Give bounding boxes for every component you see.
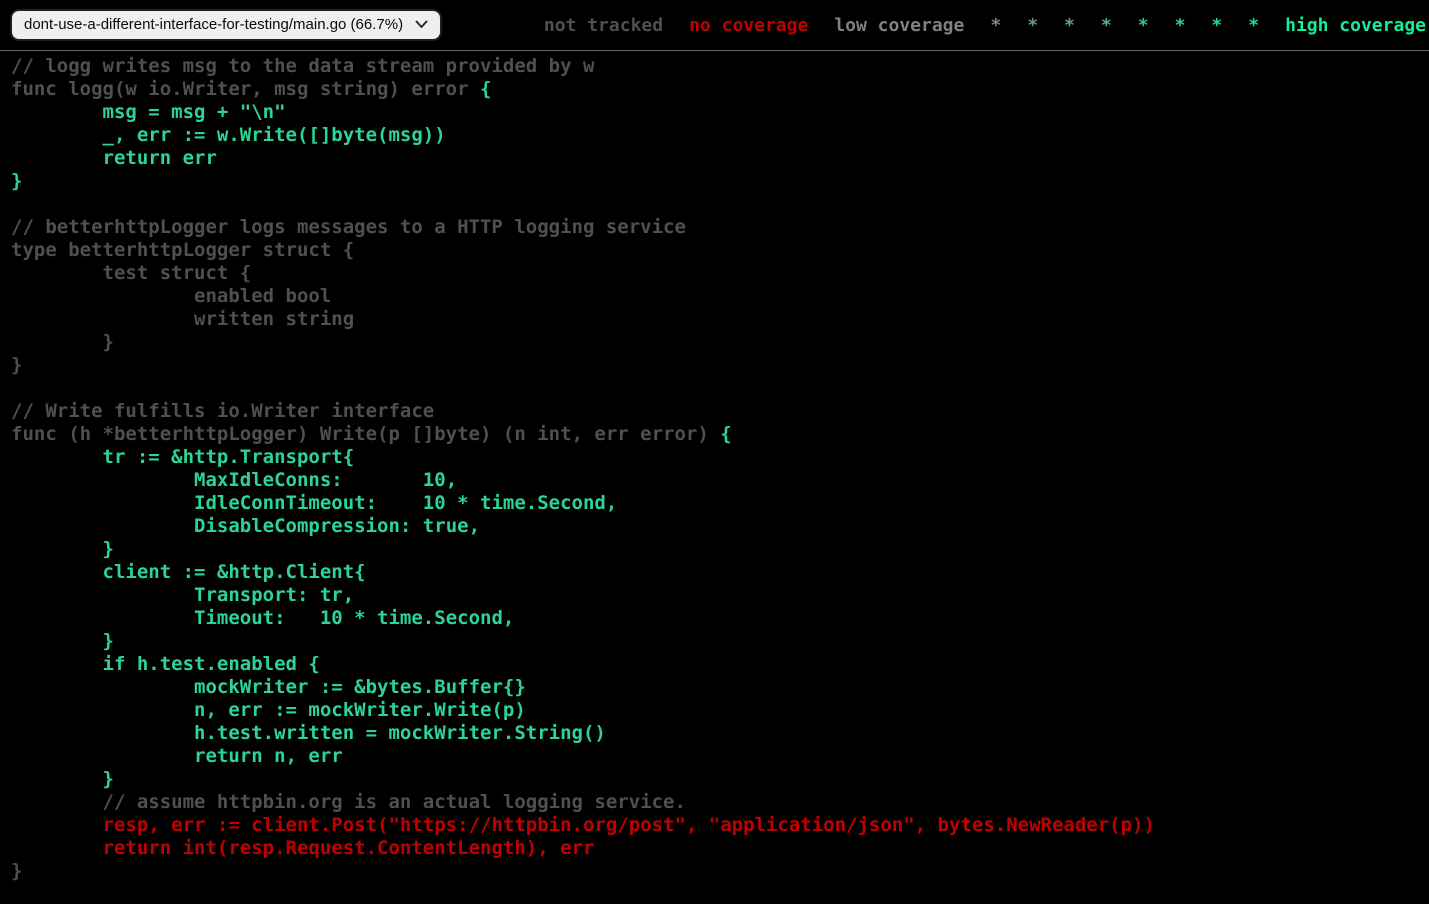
source-code: // logg writes msg to the data stream pr… [0, 51, 1429, 883]
legend-item-cov7: * [1175, 15, 1186, 36]
file-nav: dont-use-a-different-interface-for-testi… [0, 9, 442, 41]
topbar: dont-use-a-different-interface-for-testi… [0, 0, 1429, 51]
legend-item-cov4: * [1064, 15, 1075, 36]
legend-item-cov0: no coverage [689, 15, 808, 36]
legend-item-cov5: * [1101, 15, 1112, 36]
legend-item-cov9: * [1248, 15, 1259, 36]
file-select-value: dont-use-a-different-interface-for-testi… [24, 16, 403, 33]
code-segment-ntrack: } [11, 860, 22, 882]
legend-item-cov6: * [1138, 15, 1149, 36]
legend-item-cov3: * [1027, 15, 1038, 36]
legend-item-cov2: * [990, 15, 1001, 36]
file-select[interactable]: dont-use-a-different-interface-for-testi… [10, 9, 442, 41]
legend-item-cov1: low coverage [834, 15, 964, 36]
chevron-down-icon [415, 20, 428, 29]
code-segment-cov0: resp, err := client.Post("https://httpbi… [11, 814, 1155, 859]
code-segment-ntrack: // logg writes msg to the data stream pr… [11, 55, 594, 100]
code-segment-cov8: { tr := &http.Transport{ MaxIdleConns: 1… [11, 423, 732, 790]
coverage-legend: not tracked no coverage low coverage * * * * * *… [531, 15, 1426, 36]
legend-item-ntrack: not tracked [544, 15, 663, 36]
code-segment-ntrack: // betterhttpLogger logs messages to a H… [11, 216, 720, 445]
legend-item-cov10: high coverage [1285, 15, 1426, 36]
legend-item-cov8: * [1211, 15, 1222, 36]
